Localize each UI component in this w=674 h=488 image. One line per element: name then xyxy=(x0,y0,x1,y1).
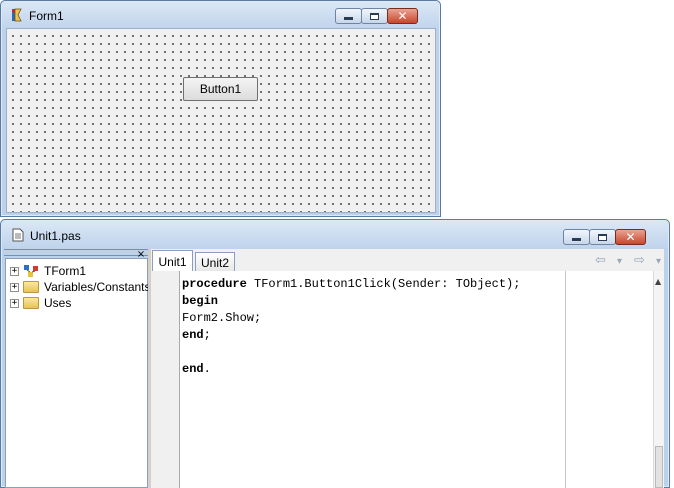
form1-title: Form1 xyxy=(29,9,64,23)
code-line[interactable]: Form2.Show; xyxy=(182,310,261,326)
code-line[interactable]: end. xyxy=(182,361,211,377)
code-explorer-grip[interactable] xyxy=(4,249,148,256)
code-keyword: end xyxy=(182,362,204,376)
code-line[interactable]: begin xyxy=(182,293,218,309)
form1-titlebar[interactable]: Form1 ✕ xyxy=(2,2,439,30)
code-line[interactable]: end; xyxy=(182,327,211,343)
back-arrow-icon[interactable]: ⇦ xyxy=(595,253,606,268)
tab-unit1[interactable]: Unit1 xyxy=(152,250,193,272)
close-icon: ✕ xyxy=(625,230,636,244)
button1[interactable]: Button1 xyxy=(183,77,258,101)
code-text: TForm1.Button1Click(Sender: TObject); xyxy=(246,277,521,291)
close-button[interactable]: ✕ xyxy=(615,229,646,245)
document-icon xyxy=(12,228,24,242)
minimize-button[interactable] xyxy=(335,8,362,24)
unit1-window-controls: ✕ xyxy=(563,229,646,246)
unit1-title: Unit1.pas xyxy=(30,229,81,243)
back-dropdown-icon[interactable]: ▾ xyxy=(617,256,622,267)
maximize-button[interactable] xyxy=(361,8,388,24)
form1-window-controls: ✕ xyxy=(335,8,418,25)
maximize-button[interactable] xyxy=(589,229,616,245)
tree-item-label: Variables/Constants xyxy=(44,280,151,294)
scroll-up-icon[interactable]: ▲ xyxy=(655,277,661,286)
folder-icon xyxy=(23,297,39,309)
code-line[interactable]: procedure TForm1.Button1Click(Sender: TO… xyxy=(182,276,520,292)
minimize-icon xyxy=(572,238,581,241)
code-text: Form2.Show; xyxy=(182,311,262,325)
tree-item-uses[interactable]: + Uses xyxy=(10,295,71,311)
minimize-icon xyxy=(344,17,353,20)
code-text: ; xyxy=(203,328,211,342)
editor-gutter[interactable] xyxy=(152,271,180,488)
expand-icon[interactable]: + xyxy=(10,298,19,308)
minimize-button[interactable] xyxy=(563,229,590,245)
code-keyword: begin xyxy=(182,294,219,308)
tree-item-label: TForm1 xyxy=(44,264,86,278)
tab-unit2[interactable]: Unit2 xyxy=(195,252,235,272)
form1-window[interactable]: Form1 ✕ Button1 xyxy=(0,0,441,217)
code-editor[interactable] xyxy=(180,271,653,488)
tree-item-tform1[interactable]: + TForm1 xyxy=(10,263,86,279)
code-explorer-tree[interactable]: + TForm1 + Variables/Constants + Uses xyxy=(5,258,151,488)
forward-arrow-icon[interactable]: ⇨ xyxy=(634,253,645,268)
forward-dropdown-icon[interactable]: ▾ xyxy=(656,256,661,267)
tree-item-variables-constants[interactable]: + Variables/Constants xyxy=(10,279,151,295)
code-text: . xyxy=(203,362,211,376)
unit1-titlebar[interactable]: Unit1.pas ✕ xyxy=(2,221,668,249)
scroll-thumb[interactable] xyxy=(655,446,663,488)
folder-icon xyxy=(23,281,39,293)
close-icon: ✕ xyxy=(397,9,408,23)
expand-icon[interactable]: + xyxy=(10,282,19,292)
right-margin-line xyxy=(565,271,566,488)
code-keyword: end xyxy=(182,328,204,342)
tree-item-label: Uses xyxy=(44,296,72,310)
class-icon xyxy=(23,264,41,278)
editor-vertical-scrollbar[interactable]: ▲ xyxy=(653,271,664,488)
close-button[interactable]: ✕ xyxy=(387,8,418,24)
delphi-form-icon xyxy=(9,7,25,23)
maximize-icon xyxy=(598,233,607,241)
code-keyword: procedure xyxy=(182,277,247,291)
expand-icon[interactable]: + xyxy=(10,266,19,276)
form-designer-surface[interactable] xyxy=(6,28,436,213)
maximize-icon xyxy=(370,12,379,20)
